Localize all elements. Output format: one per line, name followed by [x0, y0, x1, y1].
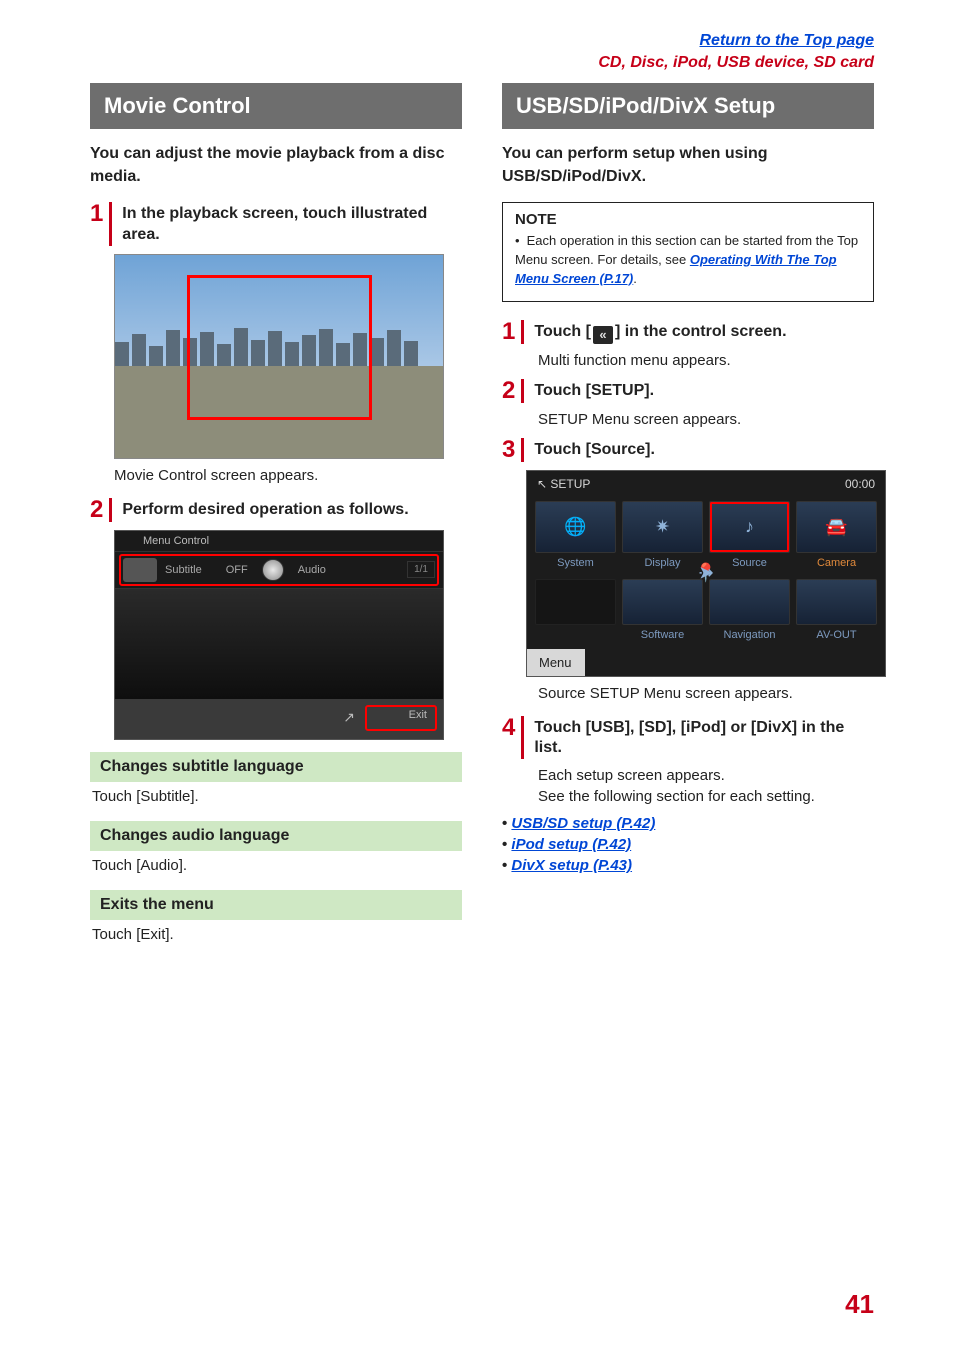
tile-software: 📍 — [622, 579, 703, 625]
r-step-2: 2 Touch [SETUP]. — [502, 379, 874, 403]
tile-avout: ⇢ — [796, 579, 877, 625]
lab-source: Source — [709, 557, 790, 569]
exit-menu-heading: Exits the menu — [90, 890, 462, 920]
setup-caption: Source SETUP Menu screen appears. — [538, 685, 874, 702]
chevrons-left-icon: « — [593, 326, 613, 344]
lab-software: Software — [622, 629, 703, 641]
tile-blank — [535, 579, 616, 625]
r-step-2-text: Touch [SETUP]. — [534, 379, 654, 402]
knob-icon — [262, 559, 284, 581]
r-step-1: 1 Touch [«] in the control screen. — [502, 320, 874, 344]
menu-button: Menu — [527, 649, 585, 676]
step-2-number: 2 — [90, 498, 103, 522]
page-indicator: 1/1 — [407, 561, 435, 578]
page-number: 41 — [845, 1289, 874, 1320]
subtitle-label: Subtitle — [165, 564, 202, 576]
header-links: Return to the Top page CD, Disc, iPod, U… — [90, 30, 874, 73]
tile-navigation: ➤ — [709, 579, 790, 625]
r-step-1-text: Touch [«] in the control screen. — [534, 320, 786, 344]
menu-blank-area — [115, 589, 443, 699]
step-2: 2 Perform desired operation as follows. — [90, 498, 462, 522]
step-1-caption: Movie Control screen appears. — [114, 467, 462, 484]
audio-language-body: Touch [Audio]. — [90, 851, 462, 882]
step-1-text: In the playback screen, touch illustrate… — [122, 202, 462, 246]
setup-title: ↖ SETUP — [537, 477, 590, 491]
step-divider — [109, 498, 112, 522]
return-to-top-link[interactable]: Return to the Top page — [699, 32, 874, 49]
usb-setup-intro: You can perform setup when using USB/SD/… — [502, 143, 874, 188]
r-step-4-text: Touch [USB], [SD], [iPod] or [DivX] in t… — [534, 716, 874, 760]
playback-screenshot — [114, 254, 444, 459]
tile-display: ✷ — [622, 501, 703, 553]
source-icon: ♪ — [745, 516, 754, 537]
r-step-3: 3 Touch [Source]. — [502, 438, 874, 462]
expand-icon: ↗ — [343, 709, 355, 726]
r-step-4-sub1: Each setup screen appears. — [538, 767, 874, 784]
menu-header: Menu Control — [115, 531, 443, 551]
menu-control-screenshot: Menu Control Subtitle OFF Audio 1/1 ↗ Ex… — [114, 530, 444, 740]
r-step-3-number: 3 — [502, 438, 515, 462]
ipod-setup-link[interactable]: iPod setup (P.42) — [511, 836, 631, 853]
step-divider — [109, 202, 112, 246]
right-column: USB/SD/iPod/DivX Setup You can perform s… — [502, 83, 874, 950]
left-column: Movie Control You can adjust the movie p… — [90, 83, 462, 950]
usb-sd-setup-link[interactable]: USB/SD setup (P.42) — [511, 815, 655, 832]
subtitle-language-body: Touch [Subtitle]. — [90, 782, 462, 813]
globe-icon: 🌐 — [564, 516, 586, 537]
movie-control-intro: You can adjust the movie playback from a… — [90, 143, 462, 188]
setup-links-list: USB/SD setup (P.42) iPod setup (P.42) Di… — [502, 815, 874, 874]
r-step-2-sub: SETUP Menu screen appears. — [538, 411, 874, 428]
step-divider — [521, 716, 524, 760]
breadcrumb: CD, Disc, iPod, USB device, SD card — [598, 52, 874, 74]
audio-label: Audio — [298, 564, 326, 576]
avout-icon: ⇢ — [698, 563, 713, 584]
step-divider — [521, 320, 524, 344]
tile-camera: 🚘 — [796, 501, 877, 553]
exit-highlight — [365, 705, 437, 731]
camera-icon: 🚘 — [825, 516, 847, 537]
off-label: OFF — [226, 564, 248, 576]
thumb-icon — [123, 558, 157, 582]
lab-camera: Camera — [796, 557, 877, 569]
movie-control-heading: Movie Control — [90, 83, 462, 129]
lab-navigation: Navigation — [709, 629, 790, 641]
step-2-text: Perform desired operation as follows. — [122, 498, 408, 521]
subtitle-language-heading: Changes subtitle language — [90, 752, 462, 782]
step-divider — [521, 379, 524, 403]
r-step-4-number: 4 — [502, 716, 515, 740]
note-body: • Each operation in this section can be … — [515, 232, 861, 289]
touch-area-highlight — [187, 275, 372, 420]
usb-setup-heading: USB/SD/iPod/DivX Setup — [502, 83, 874, 129]
step-divider — [521, 438, 524, 462]
r-step-1-sub: Multi function menu appears. — [538, 352, 874, 369]
step-1: 1 In the playback screen, touch illustra… — [90, 202, 462, 246]
lab-system: System — [535, 557, 616, 569]
divx-setup-link[interactable]: DivX setup (P.43) — [511, 857, 632, 874]
display-icon: ✷ — [655, 516, 670, 537]
r-step-1-number: 1 — [502, 320, 515, 344]
step-1-number: 1 — [90, 202, 103, 226]
r-step-2-number: 2 — [502, 379, 515, 403]
note-box: NOTE • Each operation in this section ca… — [502, 202, 874, 302]
tile-source: ♪ — [709, 501, 790, 553]
lab-blank — [535, 629, 616, 641]
exit-menu-body: Touch [Exit]. — [90, 920, 462, 951]
r-step-4: 4 Touch [USB], [SD], [iPod] or [DivX] in… — [502, 716, 874, 760]
lab-avout: AV-OUT — [796, 629, 877, 641]
note-text-post: . — [633, 271, 637, 286]
tile-system: 🌐 — [535, 501, 616, 553]
r-step-4-sub2: See the following section for each setti… — [538, 788, 874, 805]
r-step-3-text: Touch [Source]. — [534, 438, 655, 461]
setup-time: 00:00 — [845, 477, 875, 491]
audio-language-heading: Changes audio language — [90, 821, 462, 851]
note-title: NOTE — [515, 211, 861, 228]
menu-row: Subtitle OFF Audio 1/1 — [115, 551, 443, 589]
lab-display: Display — [622, 557, 703, 569]
menu-footer: ↗ Exit — [115, 699, 443, 739]
setup-screenshot: ↖ SETUP 00:00 🌐 ✷ ♪ 🚘 System Display Sou… — [526, 470, 886, 677]
